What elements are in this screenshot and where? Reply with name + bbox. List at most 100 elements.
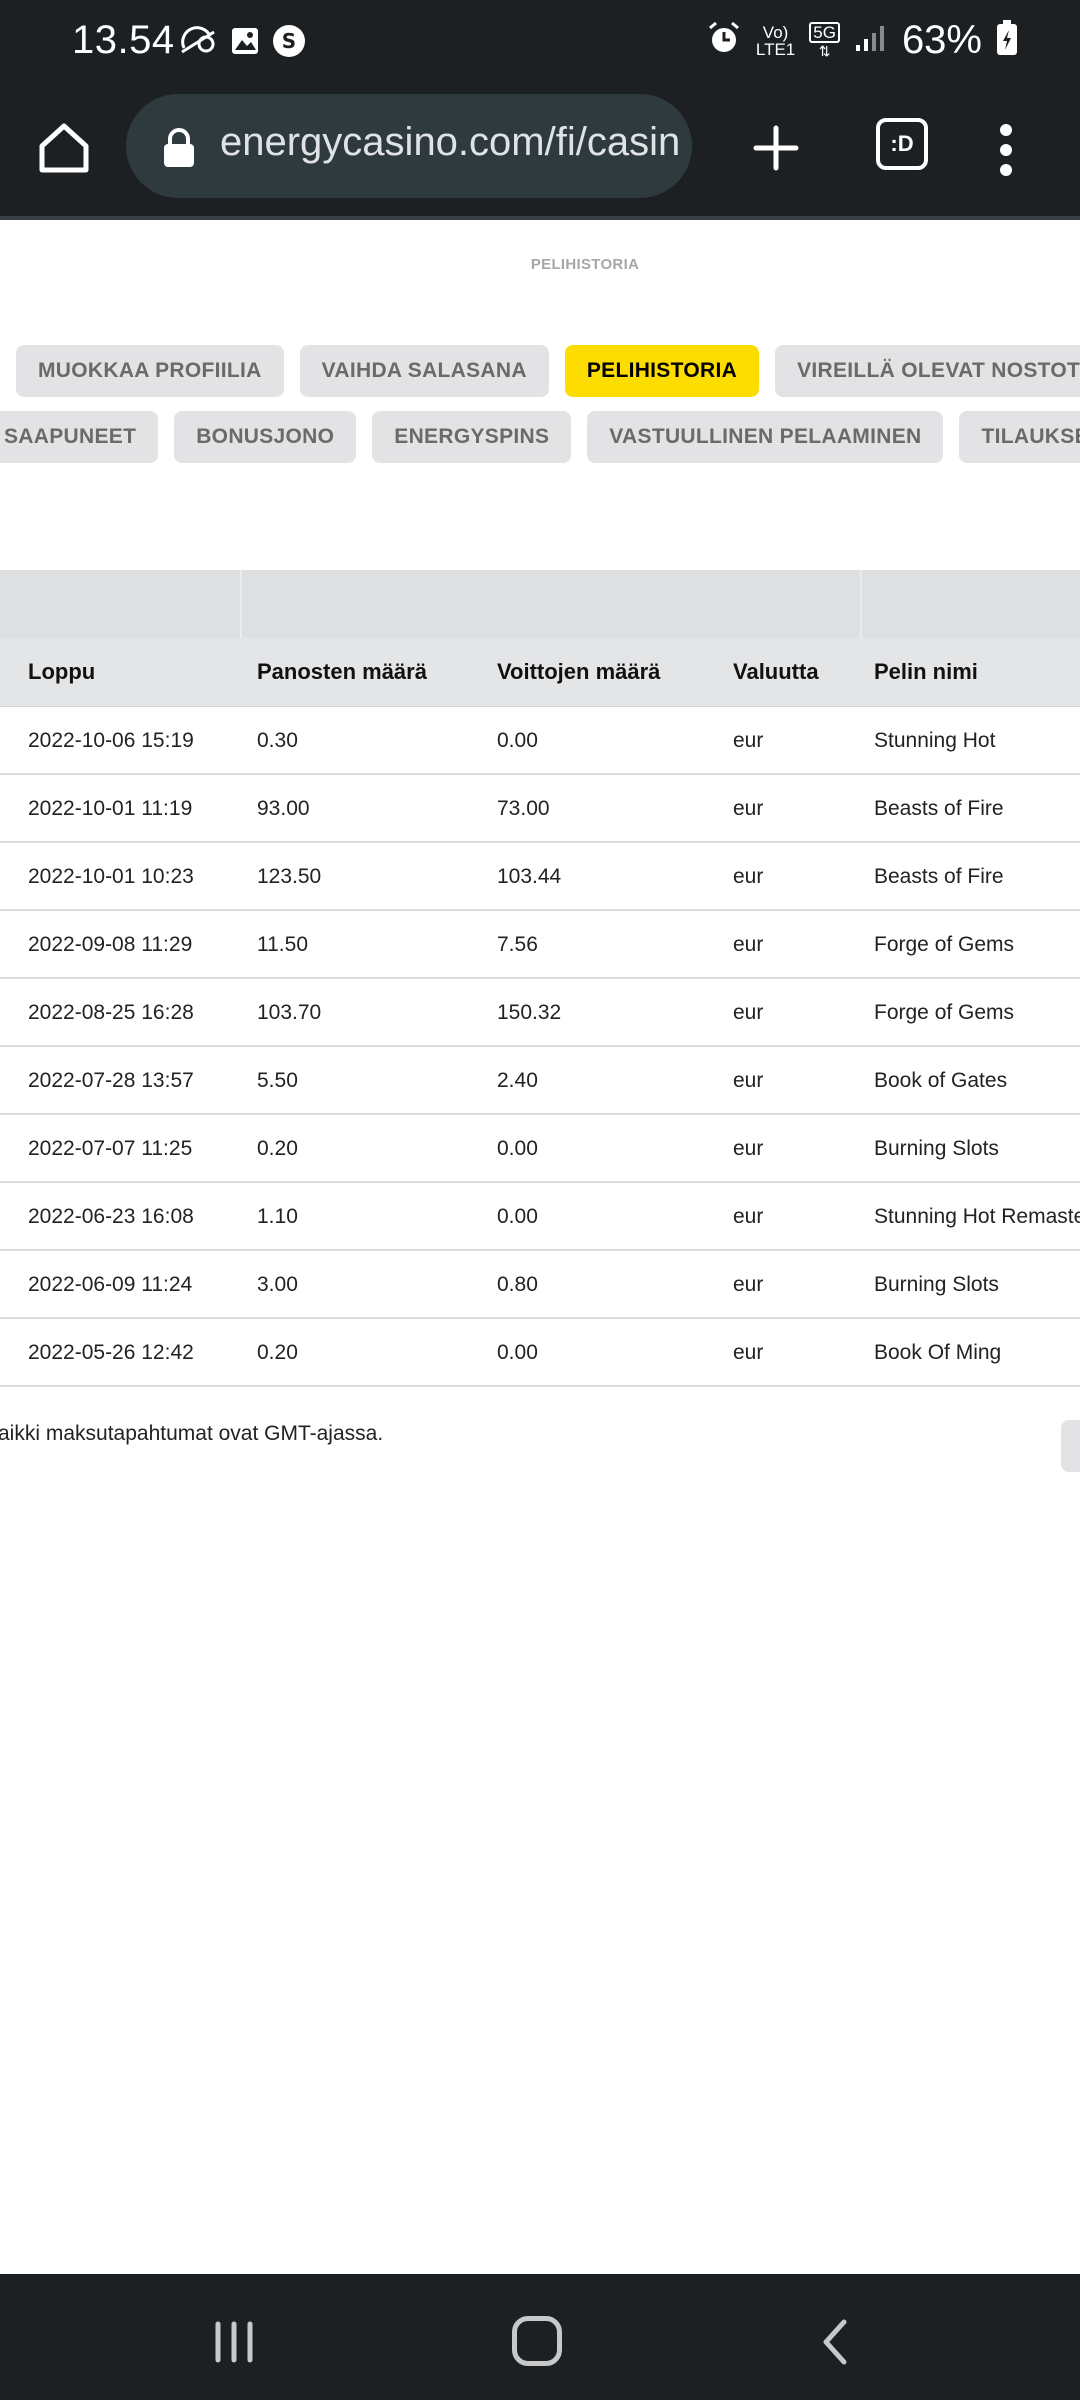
table-row: 2022-07-07 11:25 0.20 0.00 eur Burning Slots — [0, 1115, 1080, 1183]
cell-currency: eur — [733, 1137, 764, 1160]
cell-game-name: Stunning Hot — [874, 729, 996, 752]
account-tabs-row-2: SAAPUNEET BONUSJONO ENERGYSPINS VASTUULL… — [0, 411, 1080, 463]
cell-game-name: Book Of Ming — [874, 1341, 1002, 1364]
cell-game-name: Burning Slots — [874, 1137, 999, 1160]
network-type-indicator: 5G ⇅ — [809, 21, 840, 60]
cell-currency: eur — [733, 1341, 764, 1364]
cell-win-amount: 103.44 — [497, 865, 562, 888]
header-game-name[interactable]: Pelin nimi — [874, 638, 978, 706]
cell-bet-amount: 123.50 — [257, 865, 322, 888]
cell-currency: eur — [733, 933, 764, 956]
cell-bet-amount: 0.20 — [257, 1137, 298, 1160]
tab-change-password[interactable]: VAIHDA SALASANA — [299, 345, 549, 397]
cell-end-time: 2022-07-28 13:57 — [28, 1069, 194, 1092]
table-row: 2022-10-01 11:19 93.00 73.00 eur Beasts of F… — [0, 775, 1080, 843]
cell-end-time: 2022-10-06 15:19 — [28, 729, 194, 752]
cell-win-amount: 7.56 — [497, 933, 538, 956]
volte-indicator: Vo) LTE1 — [755, 22, 796, 59]
tabs-icon[interactable]: :D — [876, 118, 928, 170]
cell-game-name: Forge of Gems — [874, 1001, 1015, 1024]
header-win-amount[interactable]: Voittojen määrä — [497, 638, 660, 706]
cell-win-amount: 0.00 — [497, 1137, 538, 1160]
edge-button[interactable] — [1061, 1420, 1080, 1472]
tab-responsible-gaming[interactable]: VASTUULLINEN PELAAMINEN — [587, 411, 944, 463]
menu-dots-icon[interactable] — [998, 120, 1014, 180]
lock-icon[interactable] — [162, 128, 196, 168]
cell-win-amount: 2.40 — [497, 1069, 538, 1092]
cell-bet-amount: 5.50 — [257, 1069, 298, 1092]
cell-game-name: Beasts of Fire — [874, 797, 1004, 820]
cell-end-time: 2022-08-25 16:28 — [28, 1001, 194, 1024]
back-icon[interactable] — [820, 2318, 850, 2366]
cell-bet-amount: 103.70 — [257, 1001, 322, 1024]
gallery-icon — [230, 26, 260, 61]
tab-inbox[interactable]: SAAPUNEET — [0, 411, 159, 463]
header-bet-amount[interactable]: Panosten määrä — [257, 638, 427, 706]
cell-bet-amount: 11.50 — [257, 933, 308, 956]
table-row: 2022-06-23 16:08 1.10 0.00 eur Stunning Hot … — [0, 1183, 1080, 1251]
cell-win-amount: 73.00 — [497, 797, 550, 820]
cell-win-amount: 0.00 — [497, 1205, 538, 1228]
game-history-table: Loppu Panosten määrä Voittojen määrä Val… — [0, 570, 1080, 1387]
battery-percentage: 63% — [901, 18, 982, 62]
svg-text:S: S — [282, 29, 296, 53]
cell-win-amount: 0.00 — [497, 1341, 538, 1364]
tab-subscriptions[interactable]: TILAUKSET — [959, 411, 1080, 463]
cell-currency: eur — [733, 1001, 764, 1024]
cell-end-time: 2022-10-01 11:19 — [28, 797, 193, 820]
navigation-bar — [0, 2274, 1080, 2400]
cell-end-time: 2022-06-09 11:24 — [28, 1273, 193, 1296]
cell-bet-amount: 0.30 — [257, 729, 298, 752]
notification-icons: S — [180, 24, 306, 63]
cell-game-name: Burning Slots — [874, 1273, 999, 1296]
cell-win-amount: 150.32 — [497, 1001, 562, 1024]
tab-game-history[interactable]: PELIHISTORIA — [564, 345, 760, 397]
cell-end-time: 2022-10-01 10:23 — [28, 865, 194, 888]
table-body: 2022-10-06 15:19 0.30 0.00 eur Stunning Hot 2… — [0, 707, 1080, 1387]
table-header: Loppu Panosten määrä Voittojen määrä Val… — [0, 638, 1080, 707]
s-app-icon: S — [272, 24, 306, 63]
cell-bet-amount: 93.00 — [257, 797, 310, 820]
browser-toolbar: energycasino.com/fi/casino :D — [0, 86, 1080, 220]
home-icon[interactable] — [34, 118, 94, 178]
tab-bonus-queue[interactable]: BONUSJONO — [174, 411, 357, 463]
tab-edit-profile[interactable]: MUOKKAA PROFIILIA — [16, 345, 284, 397]
cell-end-time: 2022-05-26 12:42 — [28, 1341, 194, 1364]
clock: 13.54 — [72, 18, 175, 62]
table-row: 2022-06-09 11:24 3.00 0.80 eur Burning Slots — [0, 1251, 1080, 1319]
table-row: 2022-05-26 12:42 0.20 0.00 eur Book Of Ming — [0, 1319, 1080, 1387]
status-bar: 13.54 S Vo) LTE1 5G ⇅ 63% — [0, 0, 1080, 86]
cell-currency: eur — [733, 1069, 764, 1092]
home-nav-icon[interactable] — [512, 2316, 562, 2366]
plus-icon[interactable] — [748, 120, 804, 176]
cell-game-name: Book of Gates — [874, 1069, 1008, 1092]
timezone-note: Kaikki maksutapahtumat ovat GMT-ajassa. — [0, 1422, 384, 1445]
system-icons: Vo) LTE1 5G ⇅ 63% — [706, 18, 1018, 63]
signal-icon — [854, 23, 888, 58]
address-bar[interactable]: energycasino.com/fi/casino — [126, 94, 692, 198]
cell-end-time: 2022-09-08 11:29 — [28, 933, 193, 956]
cell-bet-amount: 1.10 — [257, 1205, 298, 1228]
tab-energyspins[interactable]: ENERGYSPINS — [372, 411, 572, 463]
cell-win-amount: 0.80 — [497, 1273, 538, 1296]
cell-win-amount: 0.00 — [497, 729, 538, 752]
cell-currency: eur — [733, 797, 764, 820]
recent-apps-icon[interactable] — [212, 2320, 256, 2364]
page-title: PELIHISTORIA — [530, 256, 640, 273]
url-text[interactable]: energycasino.com/fi/casino — [220, 120, 680, 165]
header-currency[interactable]: Valuutta — [733, 638, 819, 706]
cell-currency: eur — [733, 865, 764, 888]
cell-end-time: 2022-07-07 11:25 — [28, 1137, 193, 1160]
cell-currency: eur — [733, 1273, 764, 1296]
header-end[interactable]: Loppu — [28, 638, 95, 706]
table-row: 2022-10-06 15:19 0.30 0.00 eur Stunning Hot — [0, 707, 1080, 775]
data-saver-icon — [180, 26, 218, 61]
table-row: 2022-07-28 13:57 5.50 2.40 eur Book of Gates — [0, 1047, 1080, 1115]
table-row: 2022-10-01 10:23 123.50 103.44 eur Beasts of… — [0, 843, 1080, 911]
table-row: 2022-08-25 16:28 103.70 150.32 eur Forge of … — [0, 979, 1080, 1047]
alarm-icon — [706, 20, 742, 61]
table-header-band — [0, 570, 1080, 638]
tab-pending-withdrawals[interactable]: VIREILLÄ OLEVAT NOSTOT — [775, 345, 1080, 397]
cell-end-time: 2022-06-23 16:08 — [28, 1205, 194, 1228]
cell-game-name: Forge of Gems — [874, 933, 1015, 956]
